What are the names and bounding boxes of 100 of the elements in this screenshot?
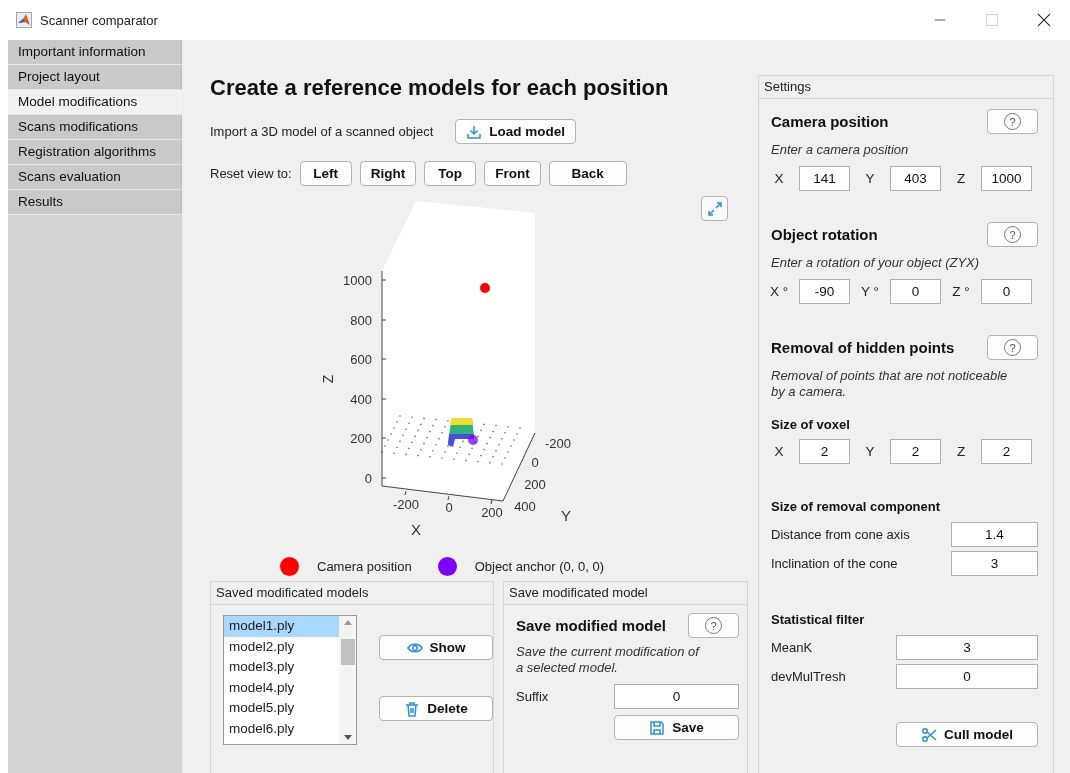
sidebar-tab[interactable]: Scans modifications (8, 115, 182, 140)
section-heading: Save modified model (516, 617, 667, 634)
show-button[interactable]: Show (379, 635, 493, 660)
axis-label: Z (955, 171, 967, 186)
help-button[interactable]: ? (987, 222, 1038, 247)
load-model-button[interactable]: Load model (455, 119, 577, 144)
list-item[interactable]: model3.ply (224, 657, 339, 678)
scrollbar[interactable] (339, 616, 356, 744)
sidebar-tab[interactable]: Important information (8, 40, 182, 65)
list-item[interactable]: model4.ply (224, 677, 339, 699)
axis-title: Y (561, 507, 571, 524)
axis-label: X ° (768, 284, 790, 299)
number-field[interactable]: 0 (890, 279, 941, 304)
tick-label: 400 (350, 392, 372, 407)
anchor-marker (468, 435, 478, 445)
window-title: Scanner comparator (40, 12, 158, 28)
expand-icon (706, 200, 723, 217)
axis-label: Z (955, 444, 967, 459)
view-button[interactable]: Left (299, 161, 352, 186)
sidebar-tab[interactable]: Registration algorithms (8, 140, 182, 165)
page-heading: Create a reference models for each position (210, 75, 670, 101)
field-label: devMulTresh (771, 669, 846, 684)
suffix-label: Suffix (516, 689, 549, 704)
number-field[interactable]: 3 (896, 635, 1038, 660)
tick-label: 1000 (343, 273, 372, 288)
panel-title: Saved modificated models (211, 582, 493, 605)
number-field[interactable]: 403 (890, 166, 941, 191)
sidebar-tab[interactable]: Scans evaluation (8, 165, 182, 190)
legend-label: Camera position (317, 559, 412, 574)
camera-marker (480, 283, 490, 293)
axis-label: X (773, 444, 785, 459)
view-button[interactable]: Back (548, 161, 627, 186)
legend-label: Object anchor (0, 0, 0) (474, 559, 604, 574)
scroll-down-icon (343, 735, 352, 740)
tick-label: 200 (524, 477, 546, 492)
tick-label: 800 (350, 313, 372, 328)
app-icon (16, 12, 32, 28)
scissors-icon (921, 726, 937, 743)
import-label: Import a 3D model of a scanned object (210, 124, 434, 139)
number-field[interactable]: 1000 (981, 166, 1032, 191)
view-button[interactable]: Right (359, 161, 417, 186)
view-button[interactable]: Front (484, 161, 541, 186)
subsection-heading: Size of removal component (770, 499, 942, 514)
download-icon (466, 123, 483, 140)
panel-title: Settings (759, 76, 1053, 99)
scroll-up-icon (343, 620, 352, 625)
number-field[interactable]: 1.4 (951, 522, 1038, 547)
section-hint: Save the current modification of a selected model. (515, 644, 701, 676)
number-field[interactable]: 2 (890, 439, 941, 464)
model-list[interactable]: model1.ply model2.ply model3.ply model4.ply model5.ply model6.ply (223, 615, 357, 745)
help-button[interactable]: ? (987, 335, 1038, 360)
axis-label: X (773, 171, 785, 186)
list-item[interactable]: model1.ply (224, 616, 339, 637)
field-label: MeanK (771, 640, 813, 655)
trash-icon (404, 700, 421, 717)
list-item[interactable]: model6.ply (224, 718, 339, 740)
number-field[interactable]: 0 (896, 664, 1038, 689)
axis-label: Y (864, 171, 876, 186)
list-item[interactable]: model5.ply (224, 698, 339, 719)
sidebar-tab[interactable]: Model modifications (8, 90, 182, 115)
help-button[interactable]: ? (688, 613, 739, 638)
list-item[interactable]: model2.ply (224, 636, 339, 658)
sidebar-tab[interactable]: Results (8, 190, 182, 215)
number-field[interactable]: 2 (799, 439, 850, 464)
field-label: Distance from cone axis (771, 527, 910, 542)
cull-model-button[interactable]: Cull model (896, 722, 1038, 747)
point-cloud (448, 418, 474, 447)
section-hint: Removal of points that are not noticeable by a camera. (770, 368, 1009, 400)
expand-button[interactable] (701, 196, 728, 221)
sidebar-tab[interactable]: Project layout (8, 65, 182, 90)
section-hint: Enter a rotation of your object (ZYX) (770, 255, 981, 271)
number-field[interactable]: 0 (981, 279, 1032, 304)
tick-label: 200 (481, 505, 503, 520)
tick-label: 0 (531, 455, 539, 470)
suffix-field[interactable]: 0 (614, 684, 739, 709)
panel-title: Save modificated model (504, 582, 747, 605)
close-icon (1037, 13, 1051, 27)
subsection-heading: Size of voxel (770, 417, 851, 432)
section-heading: Object rotation (771, 226, 878, 243)
tick-label: 0 (364, 471, 372, 486)
tick-label: 200 (350, 431, 372, 446)
help-button[interactable]: ? (987, 109, 1038, 134)
tick-label: -200 (545, 436, 571, 451)
tick-label: 400 (514, 499, 536, 514)
tick-label: 0 (445, 500, 453, 515)
number-field[interactable]: 3 (951, 551, 1038, 576)
view-button[interactable]: Top (424, 161, 477, 186)
section-hint: Enter a camera position (770, 142, 910, 158)
number-field[interactable]: 2 (981, 439, 1032, 464)
number-field[interactable]: -90 (799, 279, 850, 304)
axis-label: Z ° (951, 284, 971, 299)
axis-title: Z (320, 374, 336, 384)
axis-title: X (411, 521, 421, 538)
scroll-thumb[interactable] (340, 639, 355, 665)
section-heading: Removal of hidden points (771, 339, 955, 356)
field-label: Inclination of the cone (771, 556, 898, 571)
delete-button[interactable]: Delete (379, 696, 493, 721)
save-button[interactable]: Save (614, 715, 739, 740)
number-field[interactable]: 141 (799, 166, 850, 191)
tick-label: -200 (393, 497, 419, 512)
